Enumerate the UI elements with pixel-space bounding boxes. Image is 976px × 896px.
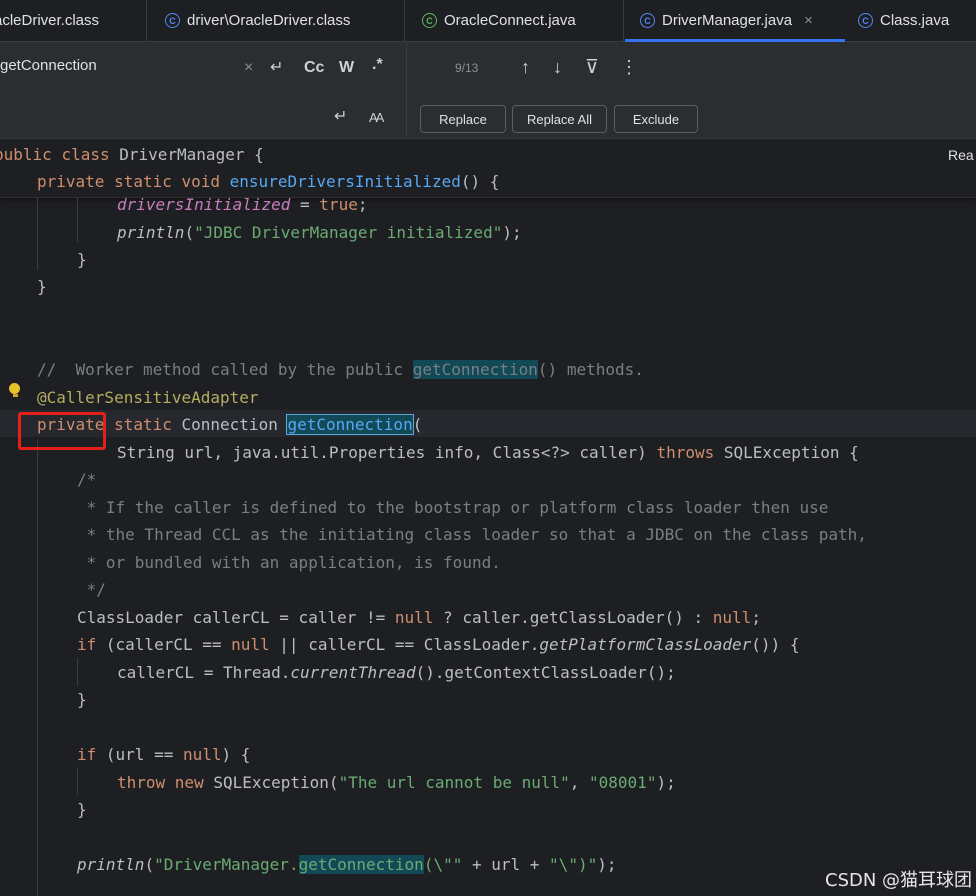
indent-guide xyxy=(77,658,78,686)
code-line: } xyxy=(37,277,47,296)
code-line: throw new SQLException("The url cannot b… xyxy=(117,773,676,792)
previous-occurrence-icon[interactable]: ↑ xyxy=(521,57,530,78)
sticky-scope-header: public class DriverManager { private sta… xyxy=(0,139,976,198)
code-line: println("DriverManager.getConnection(\""… xyxy=(77,855,617,874)
tab-label: Class.java xyxy=(880,12,950,29)
code-line: if (callerCL == null || callerCL == Clas… xyxy=(77,635,800,654)
filter-icon[interactable]: ⊽ xyxy=(585,56,599,79)
code-line: driversInitialized = true; xyxy=(117,195,368,214)
panel-divider xyxy=(406,42,407,138)
tab-class-java[interactable]: C Class.java xyxy=(846,0,976,41)
tab-oracle-connect-java[interactable]: C OracleConnect.java xyxy=(406,0,624,41)
match-case-toggle[interactable]: Cc xyxy=(304,59,324,77)
clear-search-icon[interactable]: × xyxy=(244,59,253,77)
class-icon: C xyxy=(640,13,655,28)
code-line-comment: * or bundled with an application, is fou… xyxy=(77,553,501,572)
tab-driver-manager-java[interactable]: C DriverManager.java × xyxy=(625,0,845,42)
indent-guide xyxy=(77,767,78,795)
replace-all-button[interactable]: Replace All xyxy=(512,105,607,133)
replace-button[interactable]: Replace xyxy=(420,105,506,133)
code-line: println("JDBC DriverManager initialized"… xyxy=(117,223,522,242)
search-input[interactable]: getConnection xyxy=(0,57,97,74)
code-line: String url, java.util.Properties info, C… xyxy=(117,443,859,462)
close-tab-icon[interactable]: × xyxy=(804,12,813,29)
code-line: ClassLoader callerCL = caller != null ? … xyxy=(77,608,761,627)
words-toggle[interactable]: W xyxy=(339,59,354,77)
code-line-comment: */ xyxy=(77,580,106,599)
code-line-comment: /* xyxy=(77,470,97,489)
watermark: CSDN @猫耳球团 xyxy=(825,870,973,891)
code-line-annotation: @CallerSensitiveAdapter xyxy=(37,388,259,407)
tab-driver-oracle-driver-class[interactable]: C driver\OracleDriver.class xyxy=(147,0,405,41)
more-options-icon[interactable]: ⋮ xyxy=(620,57,638,78)
indent-guide xyxy=(37,440,38,896)
indent-guide xyxy=(37,198,38,270)
search-match: getConnection xyxy=(412,360,538,379)
class-icon: C xyxy=(165,13,180,28)
code-line-comment: * the Thread CCL as the initiating class… xyxy=(77,525,867,544)
tab-label: OracleConnect.java xyxy=(444,12,576,29)
tab-oracle-driver-class[interactable]: acleDriver.class xyxy=(0,0,147,41)
current-search-match: getConnection xyxy=(286,414,414,435)
code-line: } xyxy=(77,800,87,819)
search-match: getConnection xyxy=(298,855,424,874)
code-line: callerCL = Thread.currentThread().getCon… xyxy=(117,663,676,682)
preserve-case-icon[interactable]: AA xyxy=(369,110,384,125)
replace-new-line-icon[interactable]: ↵ xyxy=(334,106,347,126)
editor-tab-bar: acleDriver.class C driver\OracleDriver.c… xyxy=(0,0,976,42)
code-line: if (url == null) { xyxy=(77,745,251,764)
tab-label: acleDriver.class xyxy=(0,12,100,29)
code-line-class-declaration: public class DriverManager { xyxy=(0,145,264,164)
find-replace-panel: getConnection × ↵ Cc W .* 9/13 ↑ ↓ ⊽ ⋮ ↵… xyxy=(0,42,976,139)
indent-guide xyxy=(77,198,78,242)
tab-label: DriverManager.java xyxy=(662,12,793,29)
regex-toggle[interactable]: .* xyxy=(372,56,383,74)
exclude-button[interactable]: Exclude xyxy=(614,105,698,133)
tab-label: driver\OracleDriver.class xyxy=(187,12,351,29)
java-class-icon: C xyxy=(422,13,437,28)
annotation-highlight-box xyxy=(18,412,106,450)
reader-mode-label[interactable]: Rea xyxy=(948,147,974,163)
next-occurrence-icon[interactable]: ↓ xyxy=(553,57,562,78)
match-count: 9/13 xyxy=(455,61,479,75)
code-line-comment: * If the caller is defined to the bootst… xyxy=(77,498,829,517)
new-line-icon[interactable]: ↵ xyxy=(270,57,283,77)
class-icon: C xyxy=(858,13,873,28)
code-line: } xyxy=(77,250,87,269)
code-line: } xyxy=(77,690,87,709)
code-line-comment: // Worker method called by the public ge… xyxy=(37,360,644,379)
lightbulb-icon[interactable] xyxy=(9,383,21,397)
